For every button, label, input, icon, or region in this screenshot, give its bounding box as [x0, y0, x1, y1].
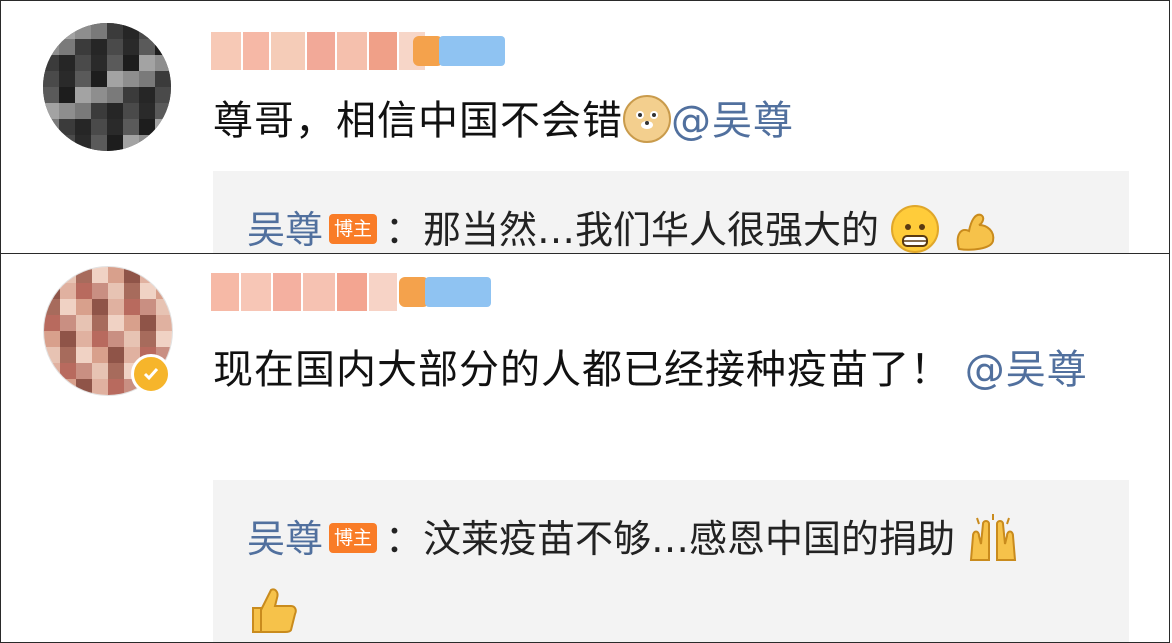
reply-body: 那当然…我们华人很强大的 — [423, 208, 880, 252]
avatar[interactable] — [43, 23, 171, 151]
comment-body: 尊哥，相信中国不会错 — [213, 98, 623, 144]
thumbs-up-icon — [247, 584, 297, 633]
grimacing-face-icon — [891, 204, 940, 253]
comment-card-2: 现在国内大部分的人都已经接种疫苗了！ @吴尊 吴尊 博主 ：汶莱疫苗不够…感恩中国的… — [0, 253, 1170, 643]
author-reply: 吴尊 博主 ：那当然…我们华人很强大的 — [247, 195, 1107, 253]
reply-separator: ： — [385, 517, 424, 561]
comment-text: 尊哥，相信中国不会错 @吴尊 — [213, 91, 794, 151]
verified-badge-icon — [131, 354, 171, 394]
member-level-badge — [413, 33, 505, 69]
author-badge: 博主 — [329, 213, 378, 244]
reply-separator: ： — [385, 208, 424, 252]
doge-emoji-icon — [623, 95, 671, 143]
author-badge: 博主 — [329, 522, 378, 553]
reply-author-name[interactable]: 吴尊 — [247, 517, 323, 561]
mention-link[interactable]: @吴尊 — [965, 347, 1088, 393]
reply-body: 汶莱疫苗不够…感恩中国的捐助 — [423, 517, 956, 561]
comment-card-1: 尊哥，相信中国不会错 @吴尊 吴尊 博主 ：那当然…我们华人很强大的 — [0, 0, 1170, 254]
comment-text: 现在国内大部分的人都已经接种疫苗了！ @吴尊 — [213, 340, 1113, 400]
mention-link[interactable]: @吴尊 — [671, 98, 794, 144]
reply-author-name[interactable]: 吴尊 — [247, 208, 323, 252]
blurred-username[interactable] — [211, 270, 397, 314]
author-reply-box: 吴尊 博主 ：那当然…我们华人很强大的 — [213, 171, 1129, 253]
raising-hands-icon — [967, 513, 1017, 562]
blurred-username[interactable] — [211, 29, 425, 73]
author-reply: 吴尊 博主 ：汶莱疫苗不够…感恩中国的捐助 — [247, 504, 1107, 642]
author-reply-box: 吴尊 博主 ：汶莱疫苗不够…感恩中国的捐助 — [213, 480, 1129, 642]
flexed-biceps-icon — [951, 205, 999, 253]
comment-body: 现在国内大部分的人都已经接种疫苗了！ — [213, 347, 951, 393]
member-level-badge — [399, 274, 491, 310]
